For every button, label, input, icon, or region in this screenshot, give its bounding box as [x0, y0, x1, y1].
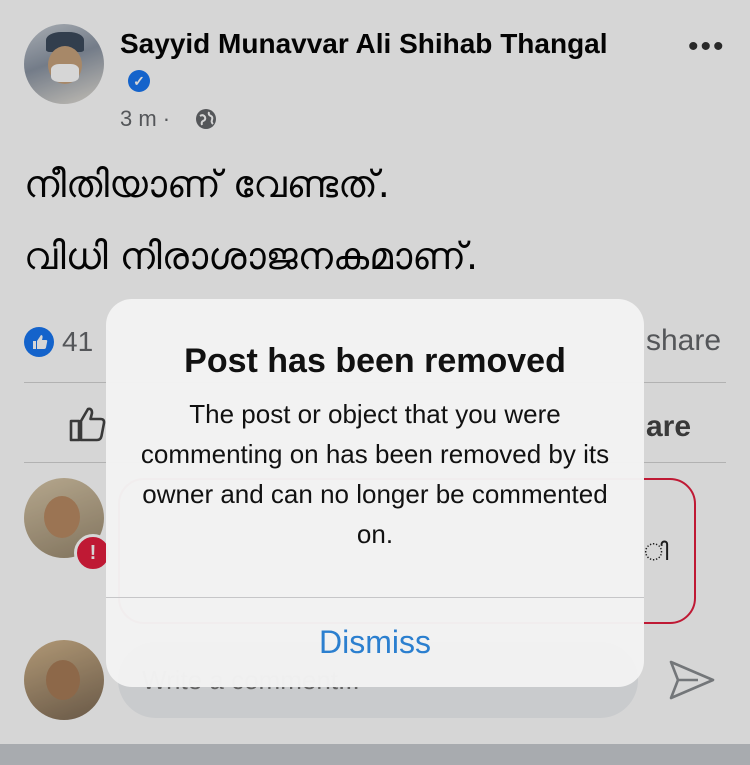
dismiss-button[interactable]: Dismiss [106, 598, 644, 687]
post-removed-dialog: Post has been removed The post or object… [106, 299, 644, 687]
dialog-title: Post has been removed [184, 342, 566, 380]
dialog-message: The post or object that you were comment… [140, 399, 610, 549]
